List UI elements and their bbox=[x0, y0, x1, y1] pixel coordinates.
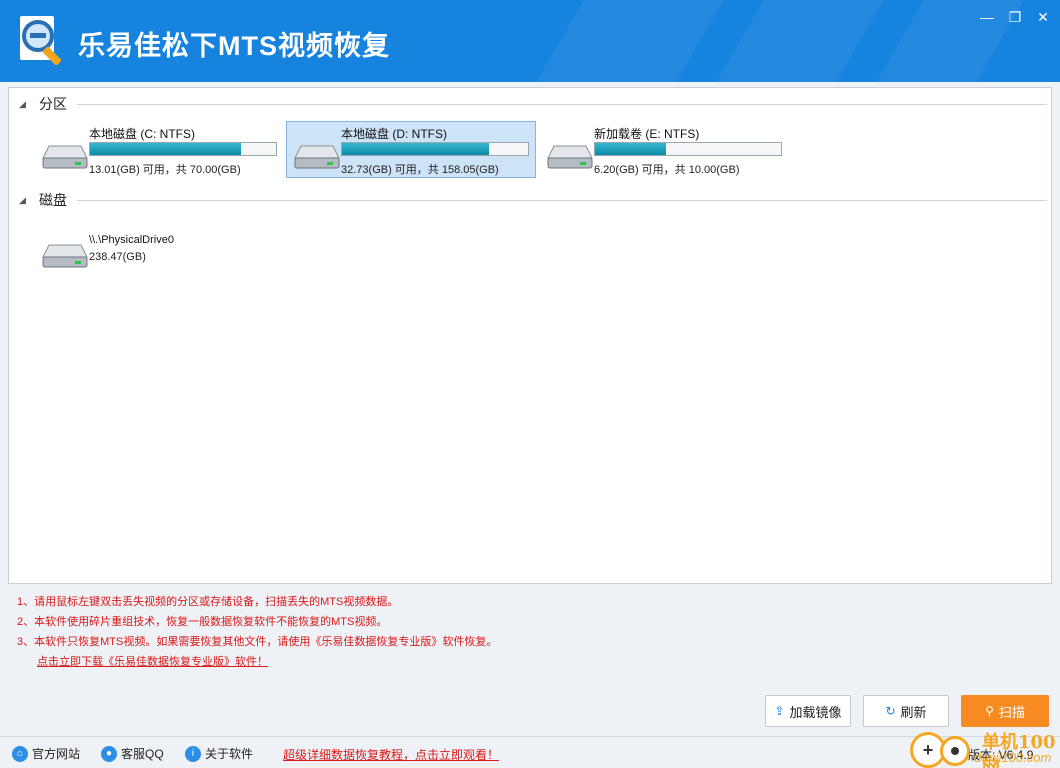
partitions-label: 分区 bbox=[39, 96, 67, 112]
title-bar: 乐易佳松下MTS视频恢复 — ❐ ✕ bbox=[0, 0, 1060, 82]
info-icon: i bbox=[185, 745, 201, 762]
scan-label: 扫描 bbox=[998, 704, 1025, 720]
partition-item-d[interactable]: 本地磁盘 (D: NTFS) 32.73(GB) 可用，共 158.05(GB) bbox=[286, 121, 536, 178]
app-title: 乐易佳松下MTS视频恢复 bbox=[78, 31, 390, 61]
app-logo-icon bbox=[20, 16, 62, 66]
disks-section-header[interactable]: ◢ 磁盘 bbox=[19, 190, 1047, 210]
official-website-link[interactable]: ⌂ 官方网站 bbox=[12, 745, 80, 762]
partition-name: 本地磁盘 (D: NTFS) bbox=[341, 127, 447, 141]
about-software-link[interactable]: i 关于软件 bbox=[185, 745, 253, 762]
watermark-url: danji100.com bbox=[974, 750, 1052, 765]
download-pro-link[interactable]: 点击立即下载《乐易佳数据恢复专业版》软件！ bbox=[37, 652, 497, 672]
qq-icon: ● bbox=[101, 745, 117, 762]
instructions-notes: 1、请用鼠标左键双击丢失视频的分区或存储设备，扫描丢失的MTS视频数据。 2、本… bbox=[17, 592, 497, 672]
usage-bar bbox=[89, 142, 277, 156]
status-bar: ⌂ 官方网站 ● 客服QQ i 关于软件 超级详细数据恢复教程，点击立即观看！ … bbox=[0, 736, 1060, 768]
disk-name: \\.\PhysicalDrive0 bbox=[89, 234, 174, 246]
hard-disk-icon bbox=[42, 244, 88, 268]
title-decoration bbox=[716, 0, 884, 82]
refresh-label: 刷新 bbox=[900, 704, 927, 720]
upload-icon: ⇪ bbox=[774, 704, 785, 718]
home-icon: ⌂ bbox=[12, 745, 28, 762]
section-divider bbox=[77, 199, 1047, 201]
minimize-button[interactable]: — bbox=[976, 8, 998, 26]
collapse-caret-icon[interactable]: ◢ bbox=[19, 99, 39, 110]
title-decoration bbox=[876, 0, 1024, 82]
note-line-2: 2、本软件使用碎片重组技术，恢复一般数据恢复软件不能恢复的MTS视频。 bbox=[17, 616, 388, 628]
hard-disk-icon bbox=[42, 145, 88, 169]
section-divider bbox=[77, 103, 1047, 105]
partition-item-e[interactable]: 新加载卷 (E: NTFS) 6.20(GB) 可用，共 10.00(GB) bbox=[539, 121, 789, 178]
partition-info: 6.20(GB) 可用，共 10.00(GB) bbox=[594, 164, 740, 176]
partitions-section-header[interactable]: ◢ 分区 bbox=[19, 94, 1047, 114]
disk-info: 238.47(GB) bbox=[89, 251, 146, 263]
site-watermark: + 单机100网 danji100.com bbox=[910, 726, 1060, 768]
usage-bar-fill bbox=[90, 143, 241, 155]
load-image-button[interactable]: ⇪ 加载镜像 bbox=[765, 695, 851, 727]
hard-disk-icon bbox=[547, 145, 593, 169]
partition-name: 本地磁盘 (C: NTFS) bbox=[89, 127, 195, 141]
tutorial-link[interactable]: 超级详细数据恢复教程，点击立即观看！ bbox=[283, 746, 499, 763]
official-website-label: 官方网站 bbox=[32, 747, 81, 761]
refresh-icon: ↻ bbox=[885, 704, 896, 718]
disk-item-physicaldrive0[interactable]: \\.\PhysicalDrive0 238.47(GB) bbox=[34, 230, 284, 287]
note-line-3: 3、本软件只恢复MTS视频。如果需要恢复其他文件，请使用《乐易佳数据恢复专业版》… bbox=[17, 636, 498, 648]
load-image-label: 加载镜像 bbox=[789, 704, 842, 720]
refresh-button[interactable]: ↻ 刷新 bbox=[863, 695, 949, 727]
support-qq-label: 客服QQ bbox=[121, 747, 164, 761]
partition-name: 新加载卷 (E: NTFS) bbox=[594, 127, 700, 141]
usage-bar-fill bbox=[595, 143, 666, 155]
partition-item-c[interactable]: 本地磁盘 (C: NTFS) 13.01(GB) 可用，共 70.00(GB) bbox=[34, 121, 284, 178]
title-decoration bbox=[536, 0, 724, 82]
support-qq-link[interactable]: ● 客服QQ bbox=[101, 745, 164, 762]
watermark-circle-icon bbox=[940, 736, 970, 766]
usage-bar bbox=[341, 142, 529, 156]
note-line-1: 1、请用鼠标左键双击丢失视频的分区或存储设备，扫描丢失的MTS视频数据。 bbox=[17, 596, 399, 608]
usage-bar-fill bbox=[342, 143, 489, 155]
disks-label: 磁盘 bbox=[39, 192, 67, 208]
close-button[interactable]: ✕ bbox=[1032, 8, 1054, 26]
collapse-caret-icon[interactable]: ◢ bbox=[19, 195, 39, 206]
hard-disk-icon bbox=[294, 145, 340, 169]
partition-info: 32.73(GB) 可用，共 158.05(GB) bbox=[341, 164, 499, 176]
search-icon: ⚲ bbox=[985, 704, 994, 718]
drive-list-panel: ◢ 分区 本地磁盘 (C: NTFS) 13.01(GB) 可用，共 70.00… bbox=[8, 87, 1052, 584]
scan-button[interactable]: ⚲ 扫描 bbox=[961, 695, 1049, 727]
partition-info: 13.01(GB) 可用，共 70.00(GB) bbox=[89, 164, 241, 176]
about-software-label: 关于软件 bbox=[205, 747, 254, 761]
restore-button[interactable]: ❐ bbox=[1004, 8, 1026, 26]
usage-bar bbox=[594, 142, 782, 156]
